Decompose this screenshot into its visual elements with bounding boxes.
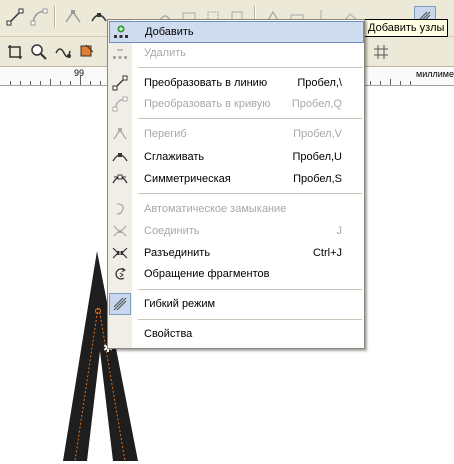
properties-icon-placeholder bbox=[109, 323, 131, 345]
menu-item-label: Симметрическая bbox=[144, 173, 231, 185]
menu-item-reverse-direction[interactable]: Обращение фрагментов bbox=[109, 263, 363, 285]
menu-item-label: Преобразовать в кривую bbox=[144, 98, 271, 110]
menu-item-label: Гибкий режим bbox=[144, 298, 216, 310]
to-curve-tool-icon[interactable] bbox=[28, 6, 50, 28]
menu-item-label: Добавить bbox=[145, 26, 194, 38]
menu-item-shortcut: Пробел,V bbox=[293, 128, 342, 140]
menu-item-label: Обращение фрагментов bbox=[144, 268, 270, 280]
to-curve-icon bbox=[109, 93, 131, 115]
add-node-icon bbox=[110, 21, 132, 43]
elastic-mode-icon bbox=[109, 293, 131, 315]
menu-item-label: Сглаживать bbox=[144, 151, 205, 163]
reverse-direction-icon bbox=[109, 263, 131, 285]
break-apart-icon bbox=[109, 242, 131, 264]
zoom-tool-icon[interactable] bbox=[28, 41, 50, 63]
menu-item-shortcut: Ctrl+J bbox=[312, 247, 342, 259]
freehand-tool-icon[interactable] bbox=[52, 41, 74, 63]
symmetric-node-icon bbox=[109, 168, 131, 190]
menu-item-properties[interactable]: Свойства bbox=[109, 323, 363, 345]
menu-item-label: Перегиб bbox=[144, 128, 187, 140]
auto-close-icon bbox=[109, 198, 131, 220]
menu-item-shortcut: Пробел,U bbox=[292, 151, 343, 163]
menu-item-symmetric[interactable]: Симметрическая Пробел,S bbox=[109, 168, 363, 190]
menu-separator bbox=[138, 118, 362, 119]
menu-item-shortcut: Пробел,Q bbox=[291, 98, 342, 110]
smart-fill-tool-icon[interactable] bbox=[76, 41, 98, 63]
crop-tool-icon[interactable] bbox=[4, 41, 26, 63]
menu-item-shortcut: J bbox=[336, 225, 343, 237]
menu-item-join[interactable]: Соединить J bbox=[109, 220, 363, 242]
menu-item-cusp[interactable]: Перегиб Пробел,V bbox=[109, 123, 363, 145]
toolbar-separator bbox=[54, 6, 56, 28]
menu-separator bbox=[138, 67, 362, 68]
menu-item-label: Соединить bbox=[144, 225, 200, 237]
menu-item-shortcut: Пробел,\ bbox=[297, 77, 342, 89]
menu-item-elastic-mode[interactable]: Гибкий режим bbox=[109, 293, 363, 315]
menu-item-break-apart[interactable]: Разъединить Ctrl+J bbox=[109, 242, 363, 264]
cusp-node-icon bbox=[109, 123, 131, 145]
menu-separator bbox=[138, 289, 362, 290]
cusp-tool-icon[interactable] bbox=[62, 6, 84, 28]
tooltip: Добавить узлы bbox=[364, 19, 449, 37]
ruler-unit-label: миллиме bbox=[416, 69, 454, 79]
menu-item-smooth[interactable]: Сглаживать Пробел,U bbox=[109, 146, 363, 168]
menu-item-label: Разъединить bbox=[144, 247, 211, 259]
to-line-tool-icon[interactable] bbox=[4, 6, 26, 28]
to-line-icon bbox=[109, 72, 131, 94]
menu-item-delete[interactable]: Удалить bbox=[109, 42, 363, 64]
menu-separator bbox=[138, 193, 362, 194]
menu-item-label: Автоматическое замыкание bbox=[144, 203, 287, 215]
delete-node-icon bbox=[109, 42, 131, 64]
menu-item-add[interactable]: Добавить bbox=[109, 21, 364, 43]
join-nodes-icon bbox=[109, 220, 131, 242]
grid-tool-icon[interactable] bbox=[370, 41, 392, 63]
menu-item-label: Удалить bbox=[144, 47, 186, 59]
menu-item-auto-close[interactable]: Автоматическое замыкание bbox=[109, 198, 363, 220]
menu-separator bbox=[138, 319, 362, 320]
menu-item-convert-to-curve[interactable]: Преобразовать в кривую Пробел,Q bbox=[109, 93, 363, 115]
menu-item-label: Преобразовать в линию bbox=[144, 77, 268, 89]
menu-item-shortcut: Пробел,S bbox=[293, 173, 342, 185]
node-context-menu: Добавить Удалить Преобразовать в линию П… bbox=[107, 19, 365, 349]
smooth-node-icon bbox=[109, 146, 131, 168]
menu-item-convert-to-line[interactable]: Преобразовать в линию Пробел,\ bbox=[109, 72, 363, 94]
ruler-number: 99 bbox=[74, 68, 85, 78]
menu-item-label: Свойства bbox=[144, 328, 193, 340]
